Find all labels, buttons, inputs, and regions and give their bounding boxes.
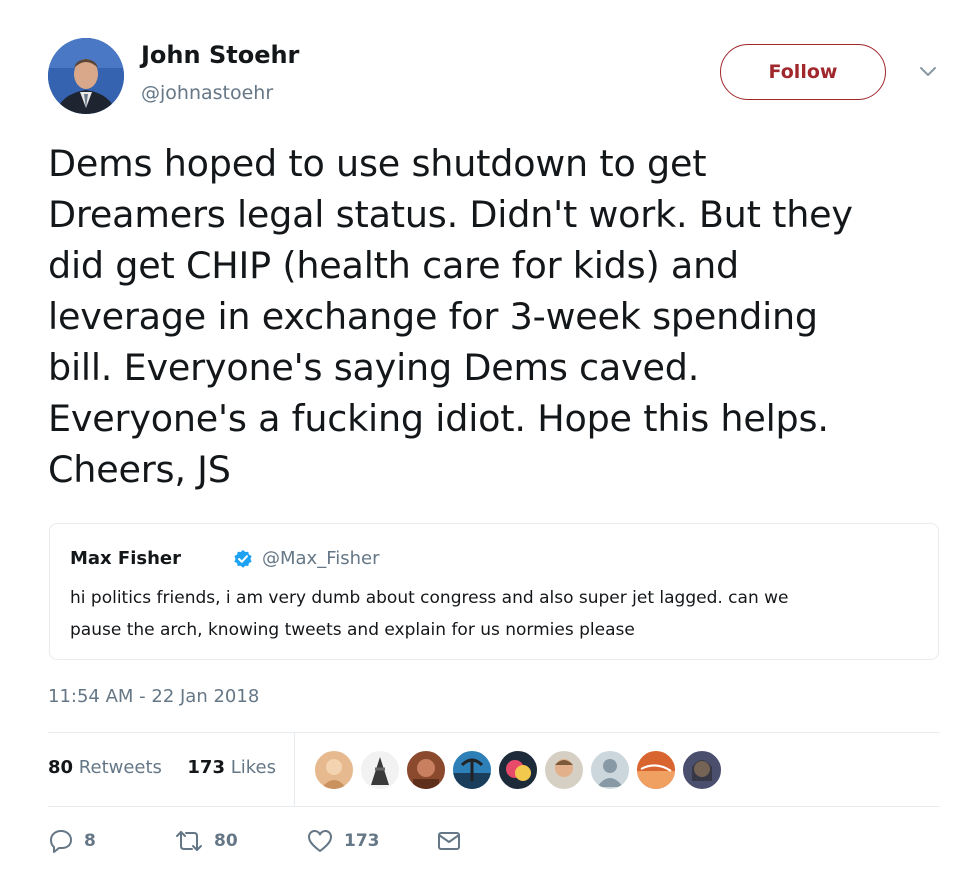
retweets-count: 80	[48, 757, 74, 778]
liker-avatar[interactable]	[544, 750, 584, 790]
reply-count: 8	[84, 831, 96, 851]
likes-label: Likes	[230, 757, 276, 778]
reply-button[interactable]: 8	[48, 828, 96, 854]
retweet-button[interactable]: 80	[174, 828, 238, 854]
tweet-timestamp[interactable]: 11:54 AM - 22 Jan 2018	[48, 686, 259, 707]
divider	[48, 732, 940, 733]
chevron-down-icon[interactable]	[916, 64, 940, 80]
liker-avatar[interactable]	[590, 750, 630, 790]
tweet-line: Dreamers legal status. Didn't work. But …	[48, 193, 853, 236]
quoted-tweet-card[interactable]: Max Fisher @Max_Fisher hi politics frien…	[49, 523, 939, 660]
quoted-author-handle[interactable]: @Max_Fisher	[262, 548, 380, 569]
liker-avatar[interactable]	[636, 750, 676, 790]
like-count: 173	[344, 831, 380, 851]
divider-vertical	[294, 733, 295, 806]
tweet-line: Everyone's a fucking idiot. Hope this he…	[48, 397, 829, 440]
likes-count: 173	[187, 757, 225, 778]
tweet-line: did get CHIP (health care for kids) and	[48, 244, 739, 287]
quoted-author-name[interactable]: Max Fisher	[70, 548, 181, 569]
liker-avatar[interactable]	[498, 750, 538, 790]
like-button[interactable]: 173	[306, 828, 380, 854]
likes-stat[interactable]: 173 Likes	[187, 757, 276, 778]
tweet-line: leverage in exchange for 3-week spending	[48, 295, 818, 338]
author-handle[interactable]: @johnastoehr	[141, 82, 273, 104]
tweet-text: Dems hoped to use shutdown to get Dreame…	[48, 138, 938, 495]
tweet-line: Dems hoped to use shutdown to get	[48, 142, 707, 185]
tweet-line: bill. Everyone's saying Dems caved.	[48, 346, 700, 389]
mail-icon	[438, 832, 460, 850]
author-avatar[interactable]	[48, 38, 124, 114]
retweet-icon	[176, 831, 202, 851]
quoted-tweet-text: hi politics friends, i am very dumb abou…	[70, 582, 910, 646]
reply-icon	[50, 830, 72, 853]
liker-avatar[interactable]	[406, 750, 446, 790]
tweet-stats: 80 Retweets 173 Likes	[48, 757, 276, 778]
quoted-line: pause the arch, knowing tweets and expla…	[70, 620, 635, 640]
heart-icon	[308, 830, 332, 852]
divider	[48, 806, 940, 807]
liker-avatar[interactable]	[452, 750, 492, 790]
author-name[interactable]: John Stoehr	[141, 41, 299, 69]
verified-badge-icon	[234, 550, 252, 568]
direct-message-button[interactable]	[436, 828, 462, 854]
liker-avatar[interactable]	[314, 750, 354, 790]
follow-button[interactable]: Follow	[720, 44, 886, 100]
liker-avatar[interactable]	[360, 750, 400, 790]
retweets-label: Retweets	[78, 757, 162, 778]
liker-avatar[interactable]	[682, 750, 722, 790]
tweet-line: Cheers, JS	[48, 448, 231, 491]
retweets-stat[interactable]: 80 Retweets	[48, 757, 162, 778]
quoted-line: hi politics friends, i am very dumb abou…	[70, 588, 789, 608]
retweet-count: 80	[214, 831, 238, 851]
